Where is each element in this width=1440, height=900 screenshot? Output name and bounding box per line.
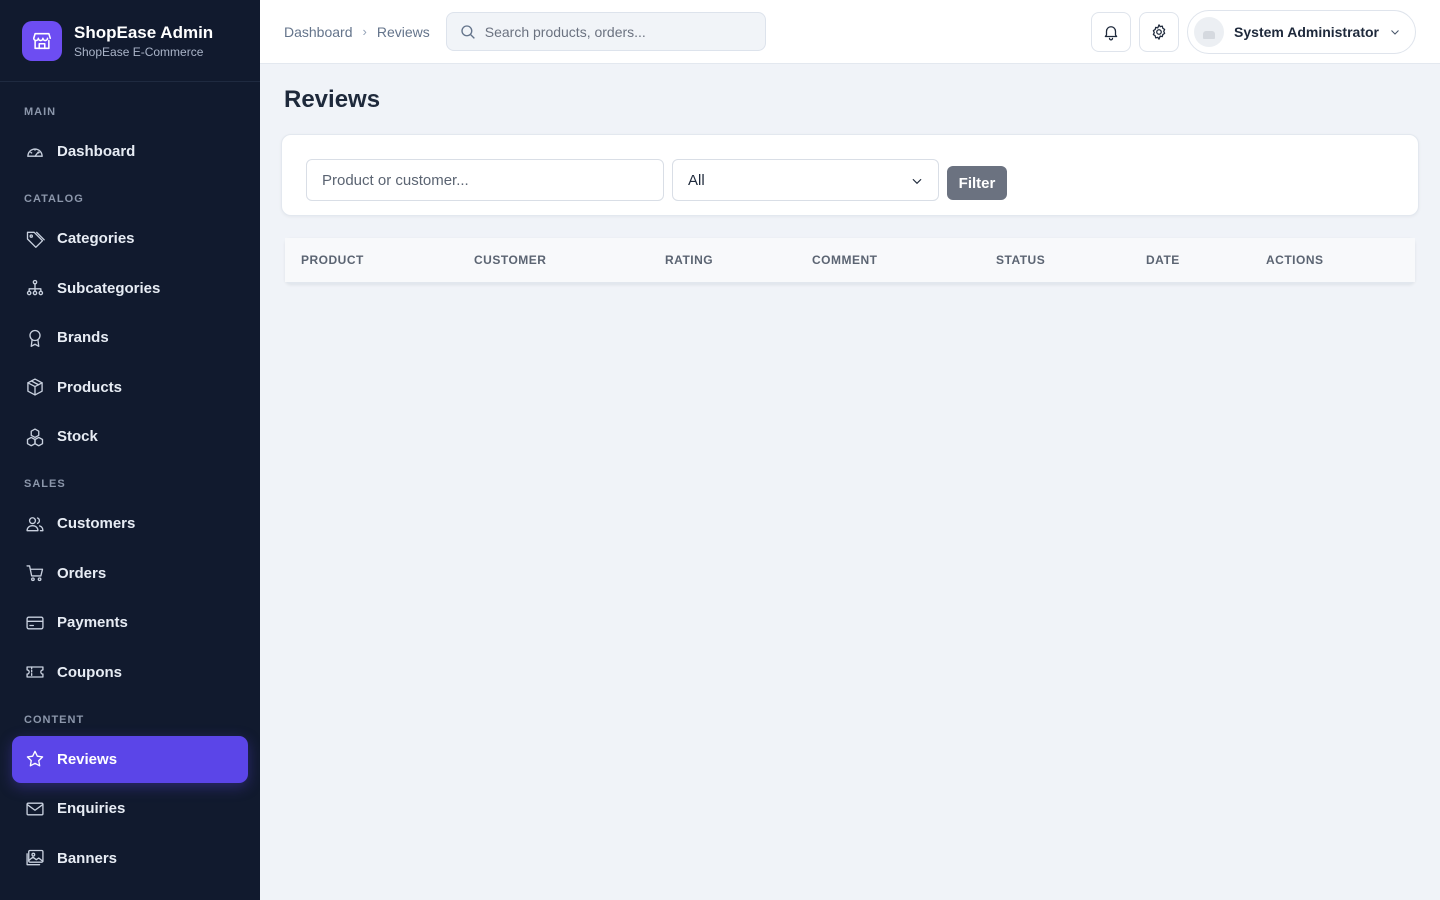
sidebar: ShopEase Admin ShopEase E-Commerce MAIN …	[0, 0, 260, 900]
gear-icon	[1152, 23, 1166, 40]
user-name: System Administrator	[1234, 23, 1379, 40]
brand-header[interactable]: ShopEase Admin ShopEase E-Commerce	[0, 0, 260, 82]
envelope-icon	[24, 798, 46, 820]
sidebar-item-orders[interactable]: Orders	[12, 550, 248, 597]
brand-title: ShopEase Admin	[74, 22, 214, 42]
gauge-icon	[24, 141, 46, 163]
column-actions: ACTIONS	[1250, 238, 1415, 282]
sidebar-item-label: Subcategories	[57, 279, 161, 297]
image-icon	[24, 847, 46, 869]
column-status[interactable]: STATUS	[980, 238, 1130, 282]
section-label-main: MAIN	[24, 106, 57, 118]
page-title: Reviews	[284, 86, 381, 113]
section-label-content: CONTENT	[24, 713, 85, 726]
sidebar-item-dashboard[interactable]: Dashboard	[12, 128, 248, 175]
sidebar-item-customers[interactable]: Customers	[12, 500, 248, 547]
sidebar-item-label: Reviews	[57, 750, 118, 768]
sidebar-item-stock[interactable]: Stock	[12, 413, 248, 460]
sidebar-item-enquiries[interactable]: Enquiries	[12, 785, 248, 832]
tag-icon	[24, 228, 46, 250]
chevron-right-icon: ›	[362, 24, 367, 39]
status-select-value: All	[688, 171, 705, 189]
boxes-icon	[24, 426, 46, 448]
sidebar-item-label: Dashboard	[57, 143, 136, 160]
star-icon	[24, 748, 46, 770]
column-customer[interactable]: CUSTOMER	[458, 238, 649, 282]
sidebar-item-label: Payments	[57, 614, 128, 631]
sidebar-item-categories[interactable]: Categories	[12, 215, 248, 262]
users-icon	[24, 513, 46, 535]
sidebar-item-brands[interactable]: Brands	[12, 314, 248, 361]
chevron-down-icon	[1391, 29, 1399, 35]
settings-button[interactable]	[1139, 11, 1180, 52]
column-product[interactable]: PRODUCT	[285, 238, 458, 282]
topbar-actions: System Administrator	[1091, 9, 1416, 54]
bell-icon	[1104, 25, 1118, 40]
cart-icon	[24, 562, 46, 584]
sidebar-item-label: Products	[57, 378, 123, 396]
section-label-sales: SALES	[24, 478, 66, 490]
notifications-button[interactable]	[1091, 11, 1132, 52]
sidebar-item-label: Customers	[57, 515, 136, 532]
sidebar-item-label: Enquiries	[57, 800, 126, 817]
global-search[interactable]	[445, 12, 766, 51]
award-icon	[24, 327, 46, 349]
filter-card: All Filter	[281, 134, 1419, 216]
avatar	[1194, 16, 1225, 47]
review-search-input[interactable]	[306, 159, 664, 201]
sidebar-item-subcategories[interactable]: Subcategories	[12, 265, 248, 312]
section-label-catalog: CATALOG	[24, 193, 84, 205]
sidebar-item-products[interactable]: Products	[12, 364, 248, 411]
column-comment[interactable]: COMMENT	[796, 238, 980, 282]
table-header-row: PRODUCT CUSTOMER RATING COMMENT STATUS D…	[285, 238, 1415, 282]
sidebar-item-payments[interactable]: Payments	[12, 599, 248, 646]
ticket-icon	[24, 661, 46, 683]
sidebar-item-label: Coupons	[57, 663, 122, 681]
status-select[interactable]: All	[672, 159, 939, 201]
breadcrumb: Dashboard › Reviews	[284, 24, 430, 40]
sidebar-item-reviews[interactable]: Reviews	[12, 735, 248, 783]
reviews-table: PRODUCT CUSTOMER RATING COMMENT STATUS D…	[285, 238, 1415, 284]
sidebar-item-coupons[interactable]: Coupons	[12, 649, 248, 696]
card-icon	[24, 612, 46, 634]
breadcrumb-current: Reviews	[376, 23, 430, 40]
sidebar-item-label: Categories	[57, 230, 135, 247]
brand-subtitle: ShopEase E-Commerce	[74, 44, 204, 59]
hierarchy-icon	[24, 277, 46, 299]
user-menu[interactable]: System Administrator	[1187, 9, 1416, 54]
box-icon	[24, 376, 46, 398]
sidebar-item-label: Banners	[57, 849, 118, 867]
sidebar-item-label: Brands	[57, 329, 109, 346]
sidebar-item-label: Stock	[57, 428, 98, 445]
store-icon	[22, 20, 62, 61]
chevron-down-icon	[912, 178, 922, 185]
search-icon	[461, 24, 475, 39]
filter-button[interactable]: Filter	[947, 166, 1007, 200]
sidebar-item-label: Orders	[57, 564, 107, 582]
search-input[interactable]	[484, 23, 745, 40]
column-rating[interactable]: RATING	[649, 238, 796, 282]
topbar: Dashboard › Reviews System Administrator	[260, 0, 1440, 64]
column-date[interactable]: DATE	[1130, 238, 1250, 282]
sidebar-nav: MAIN Dashboard CATALOG Categories Subcat…	[0, 82, 260, 882]
sidebar-item-banners[interactable]: Banners	[12, 835, 248, 882]
breadcrumb-dashboard[interactable]: Dashboard	[284, 24, 353, 40]
